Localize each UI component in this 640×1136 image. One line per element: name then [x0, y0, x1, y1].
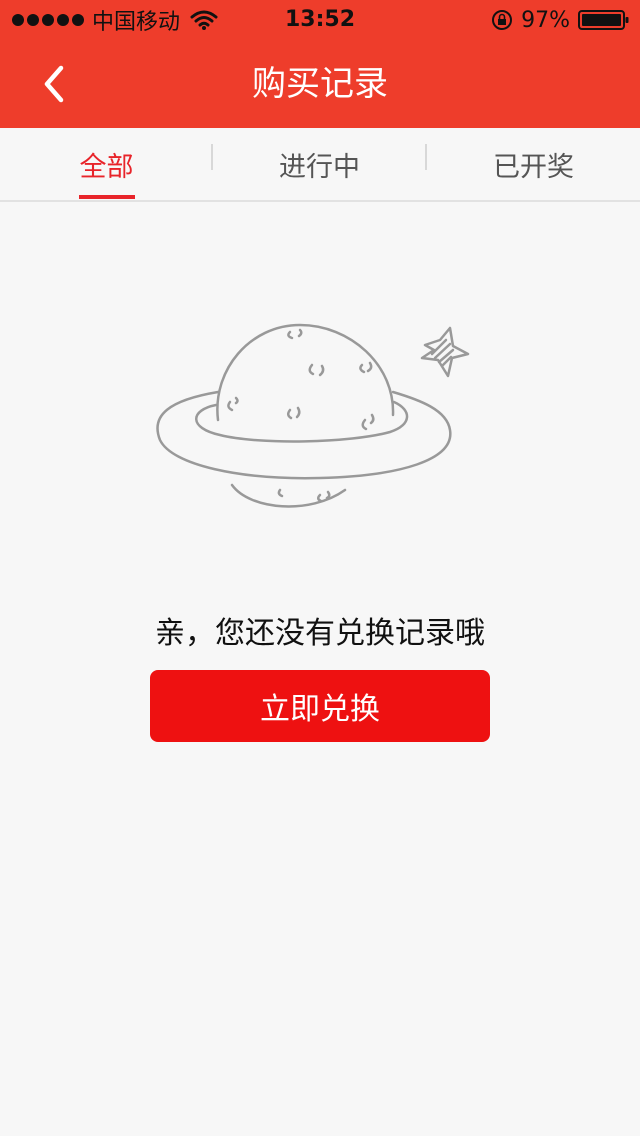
planet-icon: [156, 323, 470, 508]
rotation-lock-icon: [492, 10, 513, 30]
status-bar: 中国移动 13:52 97%: [0, 0, 640, 40]
tab-drawn[interactable]: 已开奖: [427, 128, 640, 200]
status-right: 97%: [491, 0, 630, 40]
page-title: 购买记录: [252, 64, 388, 104]
empty-message: 亲，您还没有兑换记录哦: [155, 616, 485, 651]
tab-bar: 全部 进行中 已开奖: [0, 128, 640, 202]
battery-icon: [578, 10, 629, 30]
tab-in-progress[interactable]: 进行中: [213, 128, 426, 200]
redeem-now-button[interactable]: 立即兑换: [150, 670, 490, 742]
tab-all[interactable]: 全部: [0, 128, 213, 200]
battery-percent: 97%: [521, 7, 570, 33]
tab-active-indicator: [79, 195, 135, 199]
nav-bar: 购买记录: [0, 40, 640, 128]
